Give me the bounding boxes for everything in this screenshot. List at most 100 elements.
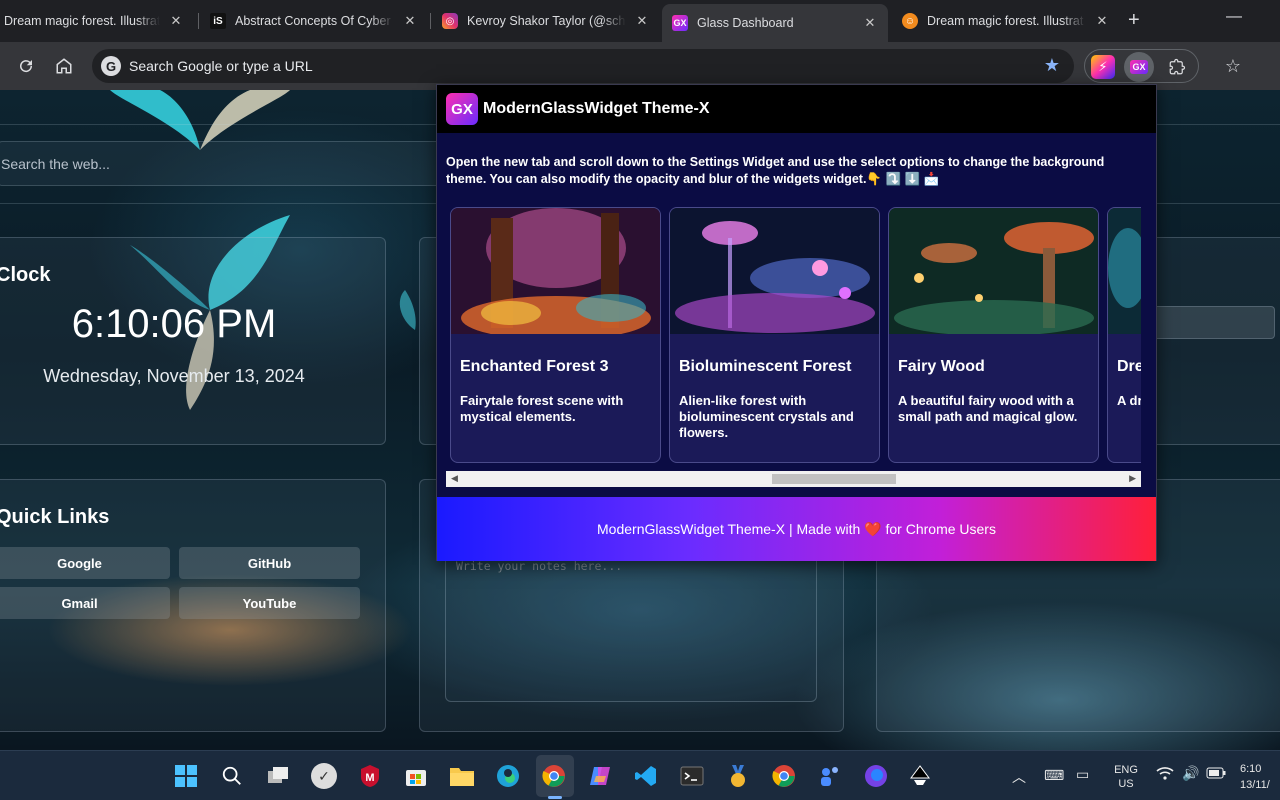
theme-card-description: A dr illus [1117,393,1141,408]
new-tab-button[interactable]: + [1128,10,1140,30]
tab-glass-dashboard[interactable]: GX Glass Dashboard ✕ [662,4,888,42]
gx-logo-icon: GX [446,93,478,125]
notes-placeholder: Write your notes here... [456,559,623,573]
extensions-group: ⚡ GX [1084,49,1199,83]
clock-date: Wednesday, November 13, 2024 [43,366,305,386]
theme-card[interactable]: Fairy Wood A beautiful fairy wood with a… [888,207,1099,463]
people-app-icon[interactable] [817,763,843,789]
quick-link-gmail[interactable]: Gmail [0,587,170,619]
address-bar[interactable]: G Search Google or type a URL ★ [92,49,1074,83]
theme-carousel[interactable]: Enchanted Forest 3 Fairytale forest scen… [446,207,1141,464]
tab-dream-forest-2[interactable]: ☺ Dream magic forest. Illustrat ✕ [892,6,1120,36]
svg-text:M: M [365,772,374,784]
reload-icon [20,60,33,73]
file-explorer-icon[interactable] [449,763,475,789]
scroll-left-icon[interactable]: ◀ [451,473,458,484]
quick-link-youtube[interactable]: YouTube [179,587,360,619]
right-widget-input[interactable] [1140,306,1275,339]
popup-header: GX ModernGlassWidget Theme-X [437,85,1156,133]
theme-card-description: Alien-like forest with bioluminescent cr… [679,393,854,440]
vscode-icon[interactable] [633,763,659,789]
theme-thumbnail [670,208,879,334]
system-clock[interactable]: 6:10 13/11/ [1240,761,1270,793]
language-code: ENG [1114,764,1138,776]
clock-title: Clock [0,264,51,286]
home-button[interactable] [52,54,76,78]
theme-card-description: Fairytale forest scene with mystical ele… [460,393,624,424]
quick-link-github[interactable]: GitHub [179,547,360,579]
start-button-icon[interactable] [173,763,199,789]
tab-dream-forest-1[interactable]: Dream magic forest. Illustrat ✕ [0,6,194,36]
popup-footer: ModernGlassWidget Theme-X | Made with ❤️… [437,497,1156,561]
keyboard-icon[interactable]: ⌨ [1044,767,1064,784]
gx-extension-button[interactable]: GX [1124,52,1154,82]
edge-browser-icon[interactable] [495,763,521,789]
medal-app-icon[interactable] [725,763,751,789]
address-bar-placeholder: Search Google or type a URL [129,58,313,74]
region-code: US [1118,778,1134,790]
copilot-icon[interactable] [587,763,613,789]
close-icon[interactable]: ✕ [402,13,418,29]
gx-icon: GX [1130,60,1148,74]
search-icon[interactable] [219,763,245,789]
carousel-scrollbar[interactable]: ◀ ▶ [446,471,1141,487]
tab-divider [198,13,199,29]
reading-list-button[interactable]: ☆ [1221,54,1245,78]
popup-title: ModernGlassWidget Theme-X [483,100,710,117]
battery-icon[interactable] [1206,767,1226,782]
chrome-icon[interactable] [771,763,797,789]
gx-icon: GX [672,15,688,31]
lightning-extension-icon[interactable]: ⚡ [1091,55,1115,79]
language-indicator[interactable]: ENG US [1112,763,1140,791]
chrome-icon[interactable] [541,763,567,789]
clock-app-icon[interactable]: ✓ [311,763,337,789]
inkscape-icon[interactable] [907,763,933,789]
footer-text-right: for Chrome Users [885,521,996,537]
microsoft-store-icon[interactable] [403,763,429,789]
tab-title: Dream magic forest. Illustrat [927,14,1084,28]
theme-card-description: A beautiful fairy wood with a small path… [898,393,1078,424]
footer-text: ModernGlassWidget Theme-X | Made with ❤️… [437,521,1156,538]
bookmark-star-icon[interactable]: ★ [1044,55,1060,76]
volume-icon[interactable]: 🔊 [1182,765,1199,782]
scroll-right-icon[interactable]: ▶ [1129,473,1136,484]
theme-thumbnail [451,208,660,334]
scrollbar-thumb[interactable] [772,474,896,484]
close-icon[interactable]: ✕ [168,13,184,29]
show-hidden-icons-chevron-icon[interactable]: ︿ [1012,767,1026,787]
task-view-icon[interactable] [265,763,291,789]
reload-button[interactable] [14,54,38,78]
google-icon: G [101,56,121,76]
terminal-icon[interactable] [679,763,705,789]
close-icon[interactable]: ✕ [634,13,650,29]
theme-card-title: Dre [1117,358,1141,375]
extension-popup: GX ModernGlassWidget Theme-X Open the ne… [436,84,1157,561]
popup-description: Open the new tab and scroll down to the … [446,155,1105,186]
quick-link-google[interactable]: Google [0,547,170,579]
close-icon[interactable]: ✕ [862,15,878,31]
star-list-icon: ☆ [1224,55,1242,76]
touchpad-icon[interactable]: ▭ [1076,766,1089,783]
theme-card[interactable]: Dre A dr illus [1107,207,1141,463]
wifi-icon[interactable] [1156,766,1174,783]
tab-title: Dream magic forest. Illustrat [4,14,160,28]
tab-title: Glass Dashboard [697,16,794,30]
theme-thumbnail [889,208,1098,334]
extensions-puzzle-icon[interactable] [1165,55,1189,79]
instagram-icon: ◎ [442,13,458,29]
theme-card[interactable]: Enchanted Forest 3 Fairytale forest scen… [450,207,661,463]
tab-abstract-concepts[interactable]: iS Abstract Concepts Of Cyber ✕ [200,6,428,36]
minimize-icon[interactable]: — [1226,8,1242,26]
active-app-indicator [548,796,562,799]
theme-card[interactable]: Bioluminescent Forest Alien-like forest … [669,207,880,463]
mcafee-icon[interactable]: M [357,763,383,789]
dream-favicon-icon: ☺ [902,13,918,29]
close-icon[interactable]: ✕ [1094,13,1110,29]
istock-icon: iS [210,13,226,29]
browser-toolbar: G Search Google or type a URL ★ ⚡ GX ☆ [0,42,1280,90]
windows-taskbar: ✓ M ︿ ⌨ ▭ ENG US � [0,750,1280,800]
notes-textarea[interactable]: Write your notes here... [445,550,817,702]
firefox-icon[interactable] [863,763,889,789]
tab-instagram[interactable]: ◎ Kevroy Shakor Taylor (@scho ✕ [432,6,660,36]
web-search-input[interactable]: Search the web... [0,141,458,186]
